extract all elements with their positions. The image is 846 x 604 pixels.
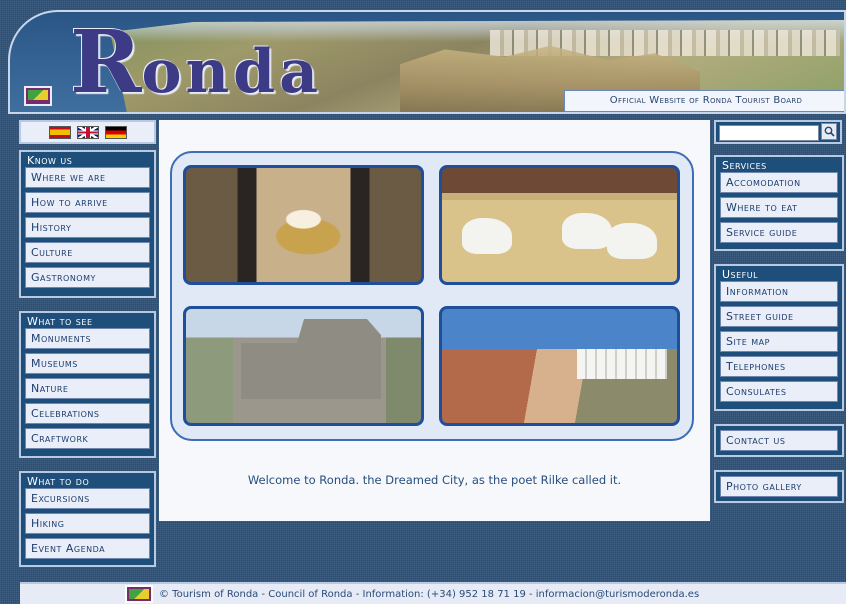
nav-gastronomy[interactable]: Gastronomy	[25, 267, 150, 288]
main-content: Welcome to Ronda. the Dreamed City, as t…	[159, 120, 710, 521]
nav-craftwork[interactable]: Craftwork	[25, 428, 150, 449]
menu-title-what-to-see: What to see	[27, 315, 93, 328]
gallery-panel: Photo gallery	[714, 470, 844, 503]
menu-useful: Useful Information Street guide Site map…	[714, 264, 844, 411]
menu-title-know-us: Know us	[27, 154, 73, 167]
search-box	[714, 120, 842, 144]
welcome-text: Welcome to Ronda. the Dreamed City, as t…	[247, 473, 622, 487]
ronda-flag-icon	[24, 86, 52, 106]
nav-culture[interactable]: Culture	[25, 242, 150, 263]
photo-roman-ruins[interactable]	[183, 306, 424, 426]
nav-monuments[interactable]: Monuments	[25, 328, 150, 349]
nav-history[interactable]: History	[25, 217, 150, 238]
nav-photo-gallery[interactable]: Photo gallery	[720, 476, 838, 497]
language-selector	[19, 120, 156, 144]
nav-telephones[interactable]: Telephones	[720, 356, 838, 377]
menu-title-useful: Useful	[722, 268, 759, 281]
contact-panel: Contact us	[714, 424, 844, 457]
photo-gallery-frame	[170, 151, 694, 441]
logo-rest: onda	[141, 37, 322, 107]
site-logo[interactable]: Ronda	[70, 20, 322, 106]
menu-services: Services Accomodation Where to eat Servi…	[714, 155, 844, 251]
nav-site-map[interactable]: Site map	[720, 331, 838, 352]
official-website-label: Official Website of Ronda Tourist Board	[564, 90, 844, 112]
nav-where-to-eat[interactable]: Where to eat	[720, 197, 838, 218]
menu-title-what-to-do: What to do	[27, 475, 90, 488]
nav-nature[interactable]: Nature	[25, 378, 150, 399]
logo-initial: R	[70, 12, 142, 113]
nav-hiking[interactable]: Hiking	[25, 513, 150, 534]
menu-know-us: Know us Where we are How to arrive Histo…	[19, 150, 156, 298]
nav-street-guide[interactable]: Street guide	[720, 306, 838, 327]
nav-contact-us[interactable]: Contact us	[720, 430, 838, 451]
nav-information[interactable]: Information	[720, 281, 838, 302]
menu-what-to-do: What to do Excursions Hiking Event Agend…	[19, 471, 156, 567]
photo-town-walls[interactable]	[439, 306, 680, 426]
photo-carriage-horses[interactable]	[439, 165, 680, 285]
nav-where-we-are[interactable]: Where we are	[25, 167, 150, 188]
site-footer: © Tourism of Ronda - Council of Ronda - …	[20, 582, 846, 604]
menu-what-to-see: What to see Monuments Museums Nature Cel…	[19, 311, 156, 458]
nav-celebrations[interactable]: Celebrations	[25, 403, 150, 424]
photo-procession[interactable]	[183, 165, 424, 285]
nav-event-agenda[interactable]: Event Agenda	[25, 538, 150, 559]
footer-text: © Tourism of Ronda - Council of Ronda - …	[159, 588, 700, 600]
ronda-flag-icon	[125, 585, 153, 603]
magnifier-icon	[824, 126, 835, 137]
site-header: Ronda Official Website of Ronda Tourist …	[8, 10, 846, 114]
nav-excursions[interactable]: Excursions	[25, 488, 150, 509]
menu-title-services: Services	[722, 159, 767, 172]
nav-how-to-arrive[interactable]: How to arrive	[25, 192, 150, 213]
german-flag-icon[interactable]	[104, 125, 127, 139]
english-flag-icon[interactable]	[76, 125, 99, 139]
search-input[interactable]	[719, 125, 819, 141]
nav-accomodation[interactable]: Accomodation	[720, 172, 838, 193]
spanish-flag-icon[interactable]	[48, 125, 71, 139]
nav-service-guide[interactable]: Service guide	[720, 222, 838, 243]
search-button[interactable]	[821, 123, 837, 140]
nav-museums[interactable]: Museums	[25, 353, 150, 374]
nav-consulates[interactable]: Consulates	[720, 381, 838, 402]
